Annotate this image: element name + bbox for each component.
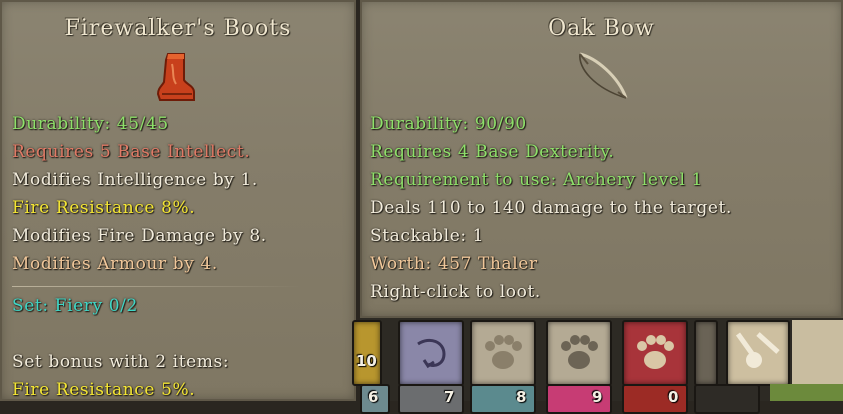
grass-texture bbox=[770, 384, 843, 401]
skull-icon bbox=[735, 332, 780, 368]
recall-icon bbox=[417, 338, 446, 369]
bow-icon bbox=[579, 52, 628, 99]
action-slot-paw-icon[interactable] bbox=[470, 320, 536, 386]
set-label: Set: Fiery 0/2 bbox=[12, 296, 138, 316]
tooltip-line-modifier: Modifies Armour by 4. bbox=[12, 254, 218, 274]
action-slot[interactable]: 6 bbox=[360, 384, 390, 414]
slot-hotkey: 6 bbox=[368, 388, 379, 406]
tooltip-line-requirement: Requires 4 Base Dexterity. bbox=[370, 142, 615, 162]
paw-icon bbox=[637, 335, 674, 369]
tooltip-line-requirement: Requires 5 Base Intellect. bbox=[12, 142, 251, 162]
slot-hotkey: 7 bbox=[444, 388, 455, 406]
action-slot-recall-icon[interactable] bbox=[398, 320, 464, 386]
action-slot[interactable]: 8 bbox=[470, 384, 536, 414]
action-slot-paw-icon[interactable] bbox=[546, 320, 612, 386]
tooltip-line-requirement: Requirement to use: Archery level 1 bbox=[370, 170, 703, 190]
boots-icon bbox=[156, 53, 195, 101]
action-slot[interactable] bbox=[694, 320, 718, 386]
action-slot[interactable] bbox=[694, 384, 760, 414]
panel-texture bbox=[792, 320, 843, 384]
slot-hotkey: 9 bbox=[592, 388, 603, 406]
paw-icon bbox=[561, 335, 598, 369]
action-slot-gold[interactable]: 10 bbox=[352, 320, 382, 386]
action-slot-skull-icon[interactable] bbox=[726, 320, 790, 386]
slot-hotkey: 8 bbox=[516, 388, 527, 406]
tooltip-divider bbox=[12, 286, 302, 287]
tooltip-line-modifier: Modifies Intelligence by 1. bbox=[12, 170, 258, 190]
slot-hotkey: 0 bbox=[668, 388, 679, 406]
tooltip-line-durability: Durability: 45/45 bbox=[12, 114, 169, 134]
tooltip-line-damage: Deals 110 to 140 damage to the target. bbox=[370, 198, 732, 218]
tooltip-line-resistance: Fire Resistance 8%. bbox=[12, 198, 196, 218]
action-slot[interactable]: 0 bbox=[622, 384, 688, 414]
set-bonus-header: Set bonus with 2 items: bbox=[12, 352, 230, 372]
action-slot-paw-icon[interactable] bbox=[622, 320, 688, 386]
tooltip-line-stackable: Stackable: 1 bbox=[370, 226, 485, 246]
tooltip-line-hint: Right-click to loot. bbox=[370, 282, 541, 302]
action-slot[interactable]: 7 bbox=[398, 384, 464, 414]
action-slot[interactable]: 9 bbox=[546, 384, 612, 414]
tooltip-line-worth: Worth: 457 Thaler bbox=[370, 254, 538, 274]
set-bonus-line: Fire Resistance 5%. bbox=[12, 380, 196, 400]
tooltip-title: Oak Bow bbox=[548, 16, 655, 41]
item-tooltip-firewalkers-boots: Firewalker's Boots Durability: 45/45 Req… bbox=[0, 0, 356, 401]
tooltip-title: Firewalker's Boots bbox=[64, 16, 292, 41]
action-bar: 10 6 7 8 9 0 bbox=[352, 318, 843, 414]
tooltip-line-modifier: Modifies Fire Damage by 8. bbox=[12, 226, 267, 246]
paw-icon bbox=[485, 335, 522, 369]
slot-count: 10 bbox=[356, 352, 377, 370]
tooltip-line-durability: Durability: 90/90 bbox=[370, 114, 527, 134]
